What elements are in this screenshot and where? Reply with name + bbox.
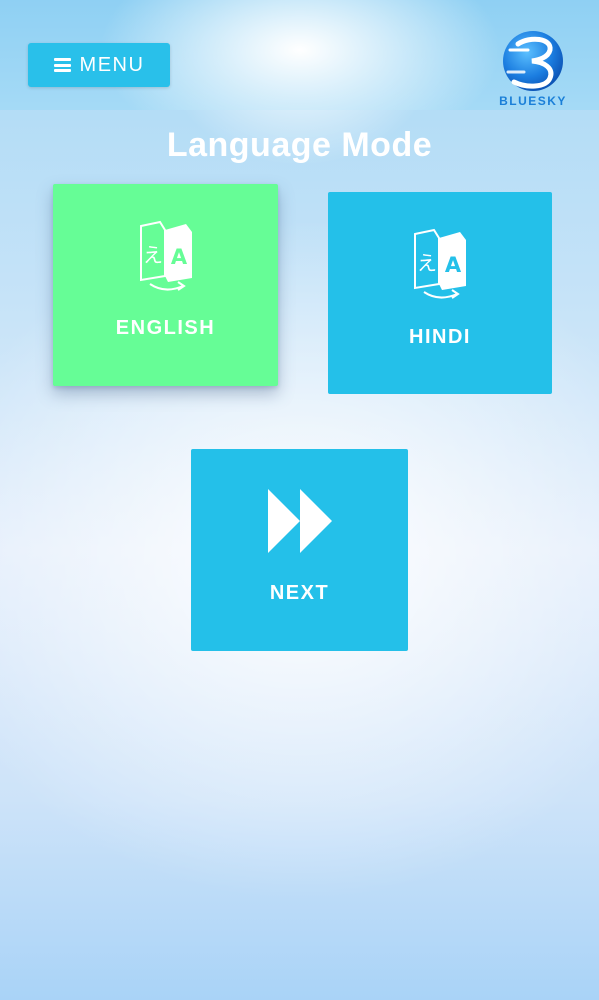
english-label: ENGLISH <box>115 317 216 339</box>
fast-forward-icon <box>267 489 332 553</box>
next-button[interactable]: NEXT <box>191 449 408 651</box>
svg-text:え: え <box>417 251 437 275</box>
hindi-option-button[interactable]: え A HINDI <box>328 192 552 394</box>
bluesky-logo: BLUESKY <box>488 30 578 110</box>
english-option-button[interactable]: え A ENGLISH <box>53 184 278 386</box>
menu-label: MENU <box>79 53 145 76</box>
menu-button[interactable]: MENU <box>28 43 170 87</box>
top-bar: MENU BLUESKY <box>0 0 599 110</box>
svg-text:A: A <box>445 253 462 277</box>
translate-icon: え A <box>139 220 192 291</box>
bluesky-logo-icon <box>503 31 563 91</box>
next-label: NEXT <box>269 582 330 604</box>
hindi-label: HINDI <box>409 326 471 348</box>
hamburger-icon <box>53 58 71 72</box>
page-title: Language Mode <box>166 126 433 164</box>
translate-icon: え A <box>414 228 466 299</box>
svg-text:A: A <box>170 245 187 269</box>
svg-text:え: え <box>143 243 163 267</box>
logo-text: BLUESKY <box>499 94 567 108</box>
